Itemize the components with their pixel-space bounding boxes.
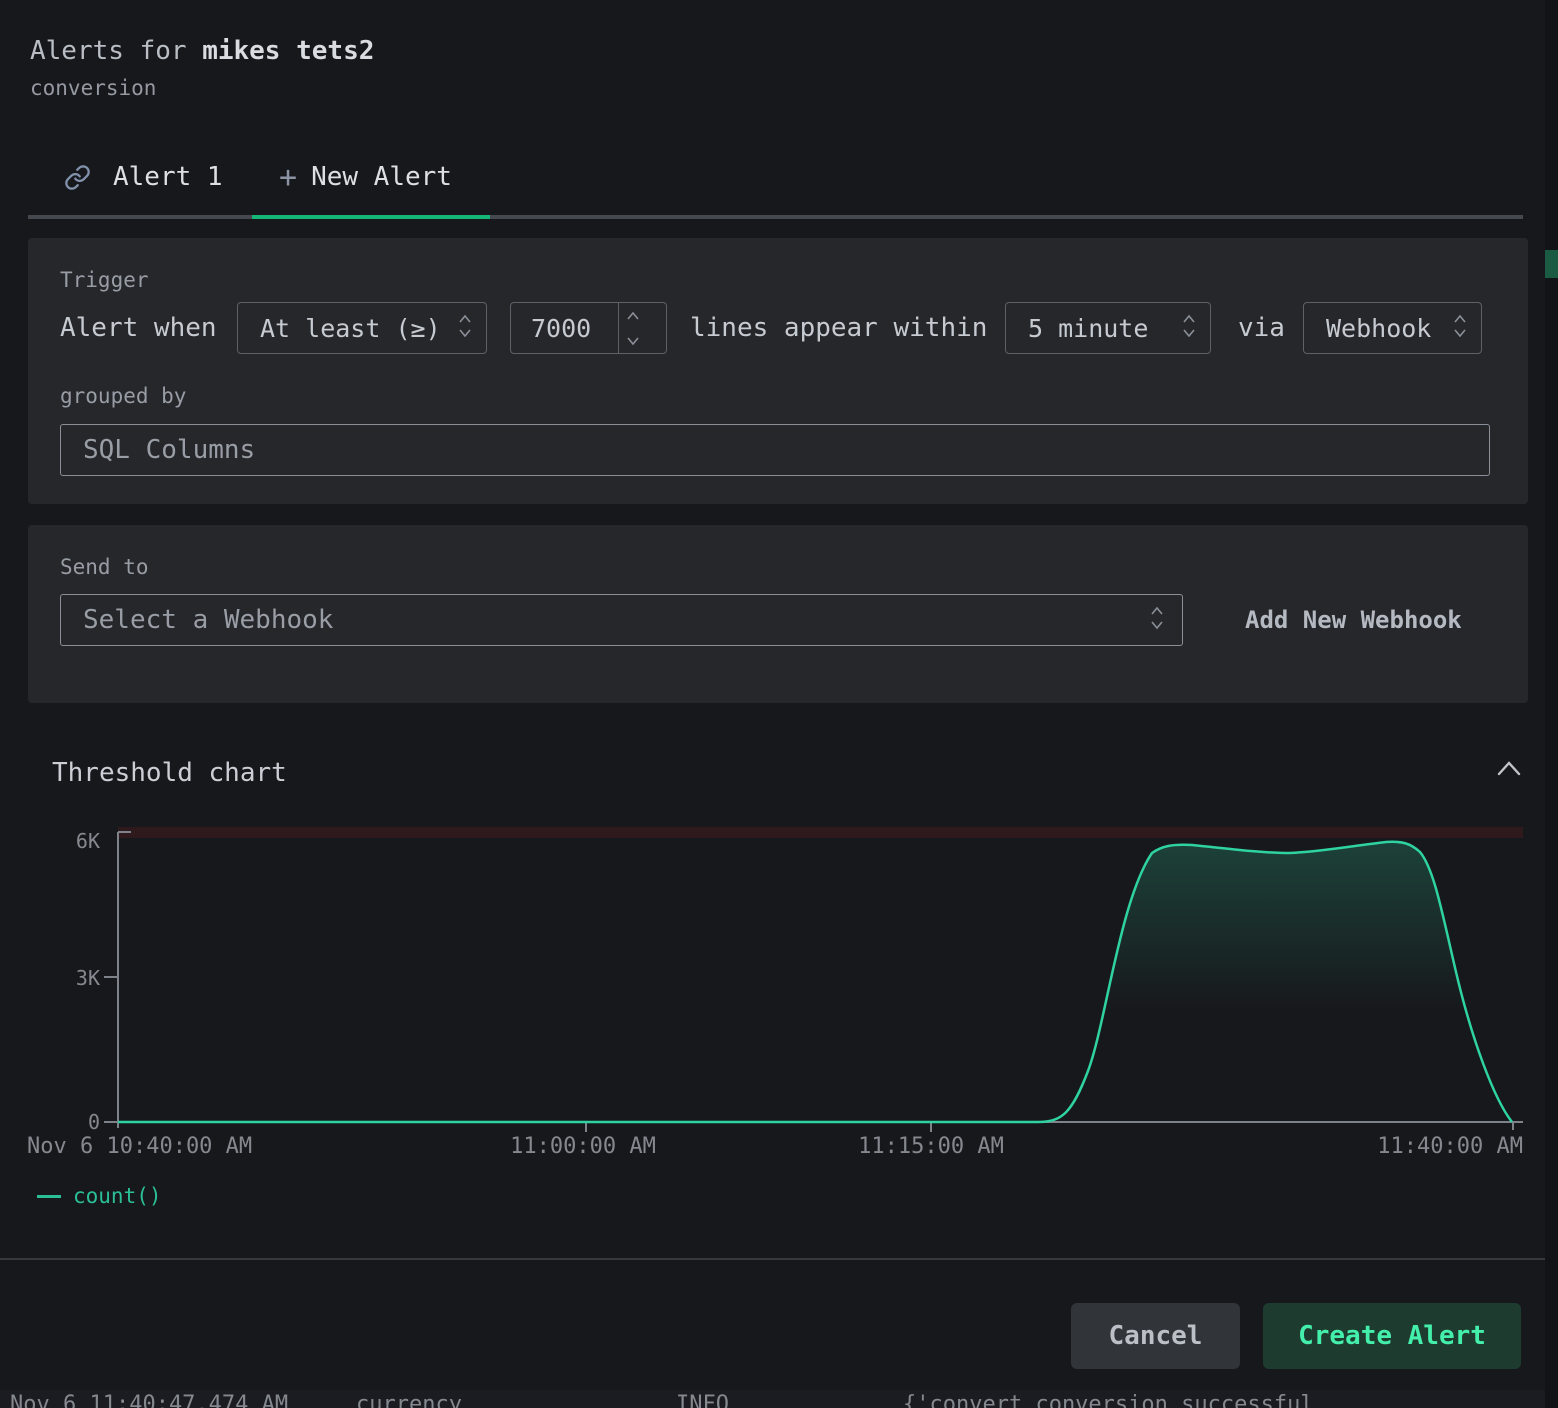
condition-select[interactable]: At least (≥) [237, 302, 487, 354]
threshold-stepper [618, 303, 646, 353]
log-message: {'convert conversion successful [903, 1392, 1314, 1408]
threshold-chart-title: Threshold chart [52, 758, 287, 788]
chart-legend: count() [37, 1184, 162, 1208]
chevron-up-down-icon [1182, 312, 1196, 344]
collapse-chart-button[interactable] [1494, 758, 1524, 782]
trigger-section: Trigger Alert when At least (≥) lines ap [28, 238, 1528, 504]
webhook-select[interactable]: Select a Webhook [60, 594, 1183, 646]
alert-when-label: Alert when [60, 302, 217, 354]
stepper-down-button[interactable] [619, 328, 646, 353]
via-label: via [1238, 302, 1285, 354]
page-title-prefix: Alerts for [30, 36, 202, 66]
threshold-zone-band [118, 827, 1523, 838]
add-new-webhook-button[interactable]: Add New Webhook [1245, 594, 1462, 646]
create-alert-button[interactable]: Create Alert [1263, 1303, 1521, 1369]
log-level: INFO [676, 1392, 729, 1408]
legend-series-label: count() [73, 1184, 162, 1208]
tab-new-alert[interactable]: + New Alert [279, 152, 452, 202]
threshold-chart [0, 812, 1558, 1142]
x-tick-end: 11:40:00 AM [1377, 1134, 1523, 1159]
x-tick-start: Nov 6 10:40:00 AM [27, 1134, 252, 1159]
tab-alert-1-label: Alert 1 [113, 162, 223, 192]
grouped-by-label: grouped by [60, 384, 186, 408]
send-to-section: Send to Select a Webhook Add New Webhook [28, 525, 1528, 703]
y-tick-0: 0 [38, 1110, 100, 1134]
threshold-input-group [510, 302, 667, 354]
grouped-by-input[interactable] [60, 424, 1490, 476]
x-tick-1115: 11:15:00 AM [858, 1134, 1004, 1159]
y-tick-3k: 3K [38, 966, 100, 990]
chevron-up-down-icon [1150, 604, 1164, 636]
page-subtitle: conversion [30, 76, 156, 100]
page-title: Alerts for mikes tets2 [30, 36, 374, 66]
tab-alert-1[interactable]: Alert 1 [64, 152, 223, 202]
log-timestamp: Nov 6 11:40:47.474 AM [10, 1392, 288, 1408]
footer-divider [0, 1258, 1558, 1260]
link-icon [64, 164, 91, 191]
page-title-source-name: mikes tets2 [202, 36, 374, 66]
trigger-label: Trigger [60, 268, 149, 292]
tab-new-alert-label: New Alert [311, 162, 452, 192]
lines-appear-within-label: lines appear within [690, 302, 987, 354]
chevron-up-down-icon [1453, 312, 1467, 344]
page-edge-strip [1545, 0, 1558, 1408]
tab-active-indicator [252, 215, 490, 219]
time-window-select[interactable]: 5 minute [1005, 302, 1211, 354]
stepper-up-button[interactable] [619, 303, 646, 328]
channel-select-value: Webhook [1326, 314, 1431, 343]
log-service: currency [356, 1392, 462, 1408]
x-tick-1100: 11:00:00 AM [510, 1134, 656, 1159]
threshold-input[interactable] [511, 303, 618, 353]
alert-dialog: Alerts for mikes tets2 conversion Alert … [0, 0, 1558, 1408]
send-to-label: Send to [60, 555, 149, 579]
y-tick-6k: 6K [38, 829, 100, 853]
condition-select-value: At least (≥) [260, 314, 441, 343]
webhook-select-placeholder: Select a Webhook [83, 605, 333, 635]
background-log-row: Nov 6 11:40:47.474 AM currency INFO {'co… [0, 1390, 1545, 1408]
channel-select[interactable]: Webhook [1303, 302, 1482, 354]
plus-icon: + [279, 160, 297, 195]
legend-line-swatch [37, 1195, 61, 1198]
chevron-up-down-icon [458, 312, 472, 344]
page-edge-green-sliver [1545, 250, 1558, 278]
time-window-select-value: 5 minute [1028, 314, 1148, 343]
cancel-button[interactable]: Cancel [1071, 1303, 1240, 1369]
